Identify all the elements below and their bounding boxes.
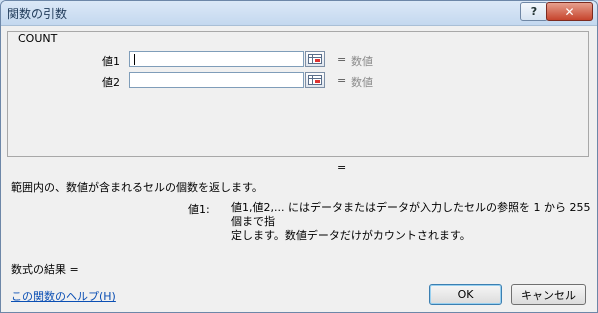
ok-button[interactable]: OK <box>429 284 502 305</box>
help-button[interactable]: ? <box>520 2 548 21</box>
function-name: COUNT <box>16 32 60 45</box>
arg-help-text: 値1,値2,... にはデータまたはデータが入力したセルの参照を 1 から 25… <box>231 201 591 243</box>
arg-help-line1: 値1,値2,... にはデータまたはデータが入力したセルの参照を 1 から 25… <box>231 201 591 228</box>
arg1-label: 値1 <box>102 55 120 68</box>
formula-result: 数式の結果 = <box>11 263 79 276</box>
arg1-equals: = <box>337 53 347 66</box>
arg1-input[interactable] <box>129 51 304 67</box>
function-description: 範囲内の、数値が含まれるセルの個数を返します。 <box>11 181 263 194</box>
close-icon: ✕ <box>564 4 575 19</box>
arg1-result: 数値 <box>351 55 373 68</box>
arg2-label: 値2 <box>102 76 120 89</box>
dialog-title: 関数の引数 <box>7 7 68 21</box>
arg2-ref-button[interactable] <box>305 72 325 88</box>
arg-help-name: 値1: <box>188 203 210 216</box>
arg2-result: 数値 <box>351 76 373 89</box>
range-select-icon <box>308 75 322 85</box>
arg2-input[interactable] <box>129 72 304 88</box>
title-bar: 関数の引数 ? ✕ <box>1 1 597 26</box>
close-button[interactable]: ✕ <box>546 2 593 21</box>
function-arguments-group <box>7 31 589 157</box>
text-caret <box>134 54 135 65</box>
help-icon: ? <box>530 5 538 18</box>
range-select-icon <box>308 54 322 64</box>
function-help-link[interactable]: この関数のヘルプ(H) <box>11 288 116 304</box>
arg2-equals: = <box>337 74 347 87</box>
function-result-equals: = <box>337 161 347 174</box>
arg-help-line2: 定します。数値データだけがカウントされます。 <box>231 229 471 242</box>
cancel-button[interactable]: キャンセル <box>511 284 586 305</box>
arg1-ref-button[interactable] <box>305 51 325 67</box>
